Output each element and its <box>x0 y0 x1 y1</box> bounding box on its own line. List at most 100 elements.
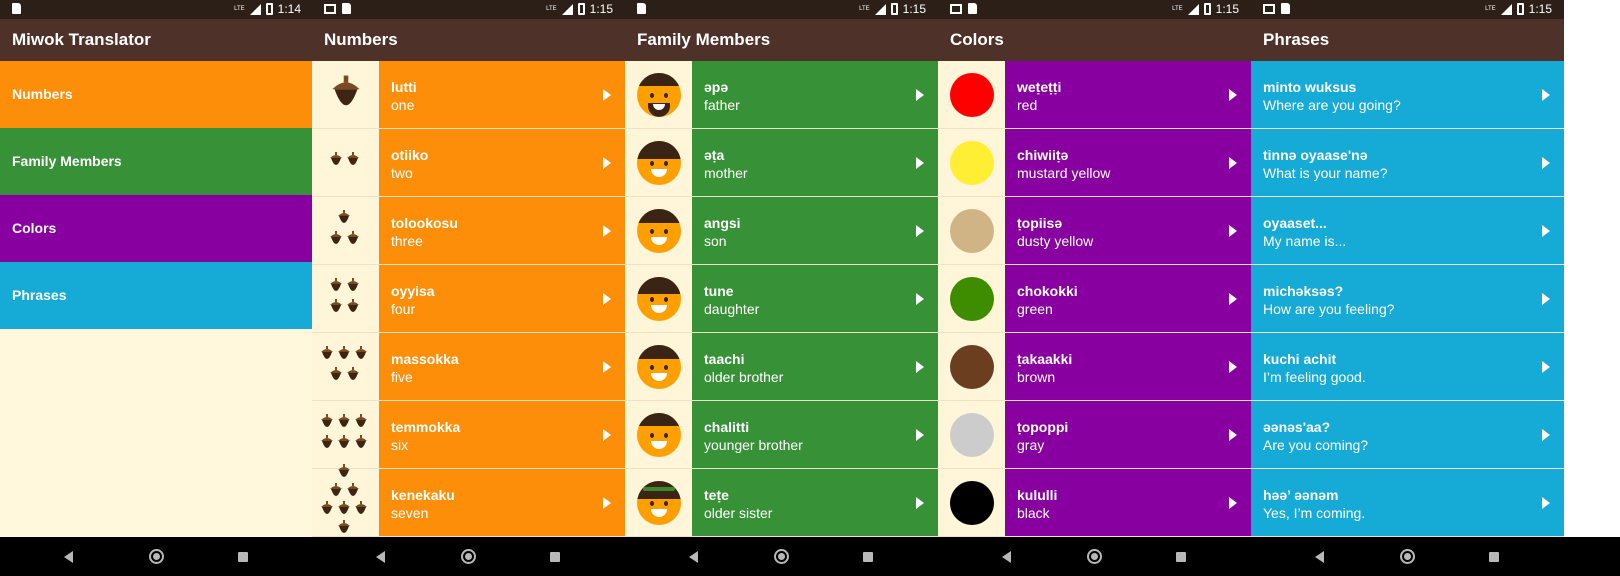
list-item[interactable]: teṭe older sister <box>625 469 938 537</box>
play-icon[interactable] <box>1542 429 1550 441</box>
play-icon[interactable] <box>916 429 924 441</box>
home-icon[interactable] <box>774 549 789 564</box>
play-icon[interactable] <box>1542 225 1550 237</box>
color-swatch <box>949 276 994 321</box>
list-item[interactable]: əṭa mother <box>625 129 938 197</box>
item-text: oyyisa four <box>379 265 625 332</box>
list-item[interactable]: tune daughter <box>625 265 938 333</box>
home-icon[interactable] <box>461 549 476 564</box>
play-icon[interactable] <box>1542 361 1550 373</box>
list-item[interactable]: temmokka six <box>312 401 625 469</box>
play-icon[interactable] <box>916 157 924 169</box>
play-icon[interactable] <box>1229 497 1237 509</box>
acorn-icon <box>354 345 368 368</box>
play-icon[interactable] <box>603 361 611 373</box>
sd-card-icon <box>968 3 977 14</box>
play-icon[interactable] <box>1229 89 1237 101</box>
play-icon[interactable] <box>603 89 611 101</box>
back-icon[interactable] <box>1315 551 1324 563</box>
play-icon[interactable] <box>1229 225 1237 237</box>
category-phrases[interactable]: Phrases <box>0 262 313 329</box>
play-icon[interactable] <box>603 157 611 169</box>
play-icon[interactable] <box>1229 157 1237 169</box>
play-icon[interactable] <box>1229 293 1237 305</box>
status-bar: LTE 1:15 <box>625 0 938 19</box>
list-item[interactable]: weṭeṭṭi red <box>938 61 1251 129</box>
play-icon[interactable] <box>603 225 611 237</box>
signal-icon <box>1187 3 1199 15</box>
list-item[interactable]: taachi older brother <box>625 333 938 401</box>
list-item[interactable]: minto wuksus Where are you going? <box>1251 61 1564 129</box>
list-item[interactable]: oyaaset... My name is... <box>1251 197 1564 265</box>
list-item[interactable]: tinnә oyaase'nә What is your name? <box>1251 129 1564 197</box>
play-icon[interactable] <box>916 225 924 237</box>
english-translation: dusty yellow <box>1017 233 1094 249</box>
list-item[interactable]: chokokki green <box>938 265 1251 333</box>
back-icon[interactable] <box>376 551 385 563</box>
recent-apps-icon[interactable] <box>863 552 873 562</box>
play-icon[interactable] <box>603 497 611 509</box>
recent-apps-icon[interactable] <box>1489 552 1499 562</box>
item-image <box>312 61 379 128</box>
list-item[interactable]: tolookosu three <box>312 197 625 265</box>
list-item[interactable]: oyyisa four <box>312 265 625 333</box>
item-image <box>625 61 692 128</box>
play-icon[interactable] <box>1542 157 1550 169</box>
list-item[interactable]: hәә’ әәnәm Yes, I’m coming. <box>1251 469 1564 537</box>
english-translation: black <box>1017 505 1050 521</box>
back-icon[interactable] <box>1002 551 1011 563</box>
item-text: tune daughter <box>692 265 938 332</box>
list-item[interactable]: kululli black <box>938 469 1251 537</box>
acorn-icon <box>320 345 334 368</box>
play-icon[interactable] <box>1542 497 1550 509</box>
recent-apps-icon[interactable] <box>1176 552 1186 562</box>
play-icon[interactable] <box>1229 361 1237 373</box>
play-icon[interactable] <box>1542 89 1550 101</box>
list-item[interactable]: kenekaku seven <box>312 463 625 537</box>
acorn-icon <box>329 366 343 389</box>
mail-icon <box>324 4 336 14</box>
play-icon[interactable] <box>916 497 924 509</box>
page-title: Colors <box>938 19 1251 61</box>
list-item[interactable]: ṭakaakki brown <box>938 333 1251 401</box>
play-icon[interactable] <box>603 293 611 305</box>
recent-apps-icon[interactable] <box>550 552 560 562</box>
home-icon[interactable] <box>1400 549 1415 564</box>
recent-apps-icon[interactable] <box>238 552 248 562</box>
play-icon[interactable] <box>1229 429 1237 441</box>
list-item[interactable]: əpə father <box>625 61 938 129</box>
category-colors[interactable]: Colors <box>0 195 313 262</box>
english-translation: Yes, I’m coming. <box>1263 505 1366 521</box>
miwok-word: əpə <box>704 79 729 95</box>
miwok-word: weṭeṭṭi <box>1017 79 1062 95</box>
list-item[interactable]: kuchi achit I’m feeling good. <box>1251 333 1564 401</box>
item-text: temmokka six <box>379 401 625 468</box>
back-icon[interactable] <box>64 551 73 563</box>
category-family-members[interactable]: Family Members <box>0 128 313 195</box>
play-icon[interactable] <box>916 293 924 305</box>
item-text: ṭakaakki brown <box>1005 333 1251 400</box>
numbers-list: lutti one otiiko two tolookosu three oyyisa fou… <box>312 61 625 537</box>
item-text: tinnә oyaase'nә What is your name? <box>1251 129 1564 196</box>
phrases-screen: LTE 1:15 Phrases minto wuksus Where are yo… <box>1251 0 1564 576</box>
play-icon[interactable] <box>603 429 611 441</box>
acorn-icon <box>329 277 343 300</box>
list-item[interactable]: әәnәs'aa? Are you coming? <box>1251 401 1564 469</box>
list-item[interactable]: lutti one <box>312 61 625 129</box>
list-item[interactable]: angsi son <box>625 197 938 265</box>
category-numbers[interactable]: Numbers <box>0 61 313 128</box>
list-item[interactable]: ṭopiisə dusty yellow <box>938 197 1251 265</box>
home-icon[interactable] <box>1087 549 1102 564</box>
list-item[interactable]: chalitti younger brother <box>625 401 938 469</box>
play-icon[interactable] <box>916 89 924 101</box>
list-item[interactable]: massokka five <box>312 333 625 401</box>
play-icon[interactable] <box>1542 293 1550 305</box>
list-item[interactable]: chiwiiṭə mustard yellow <box>938 129 1251 197</box>
list-item[interactable]: ṭopoppi gray <box>938 401 1251 469</box>
status-time: 1:15 <box>1215 2 1239 16</box>
play-icon[interactable] <box>916 361 924 373</box>
list-item[interactable]: michәksәs? How are you feeling? <box>1251 265 1564 333</box>
list-item[interactable]: otiiko two <box>312 129 625 197</box>
back-icon[interactable] <box>689 551 698 563</box>
home-icon[interactable] <box>149 549 164 564</box>
